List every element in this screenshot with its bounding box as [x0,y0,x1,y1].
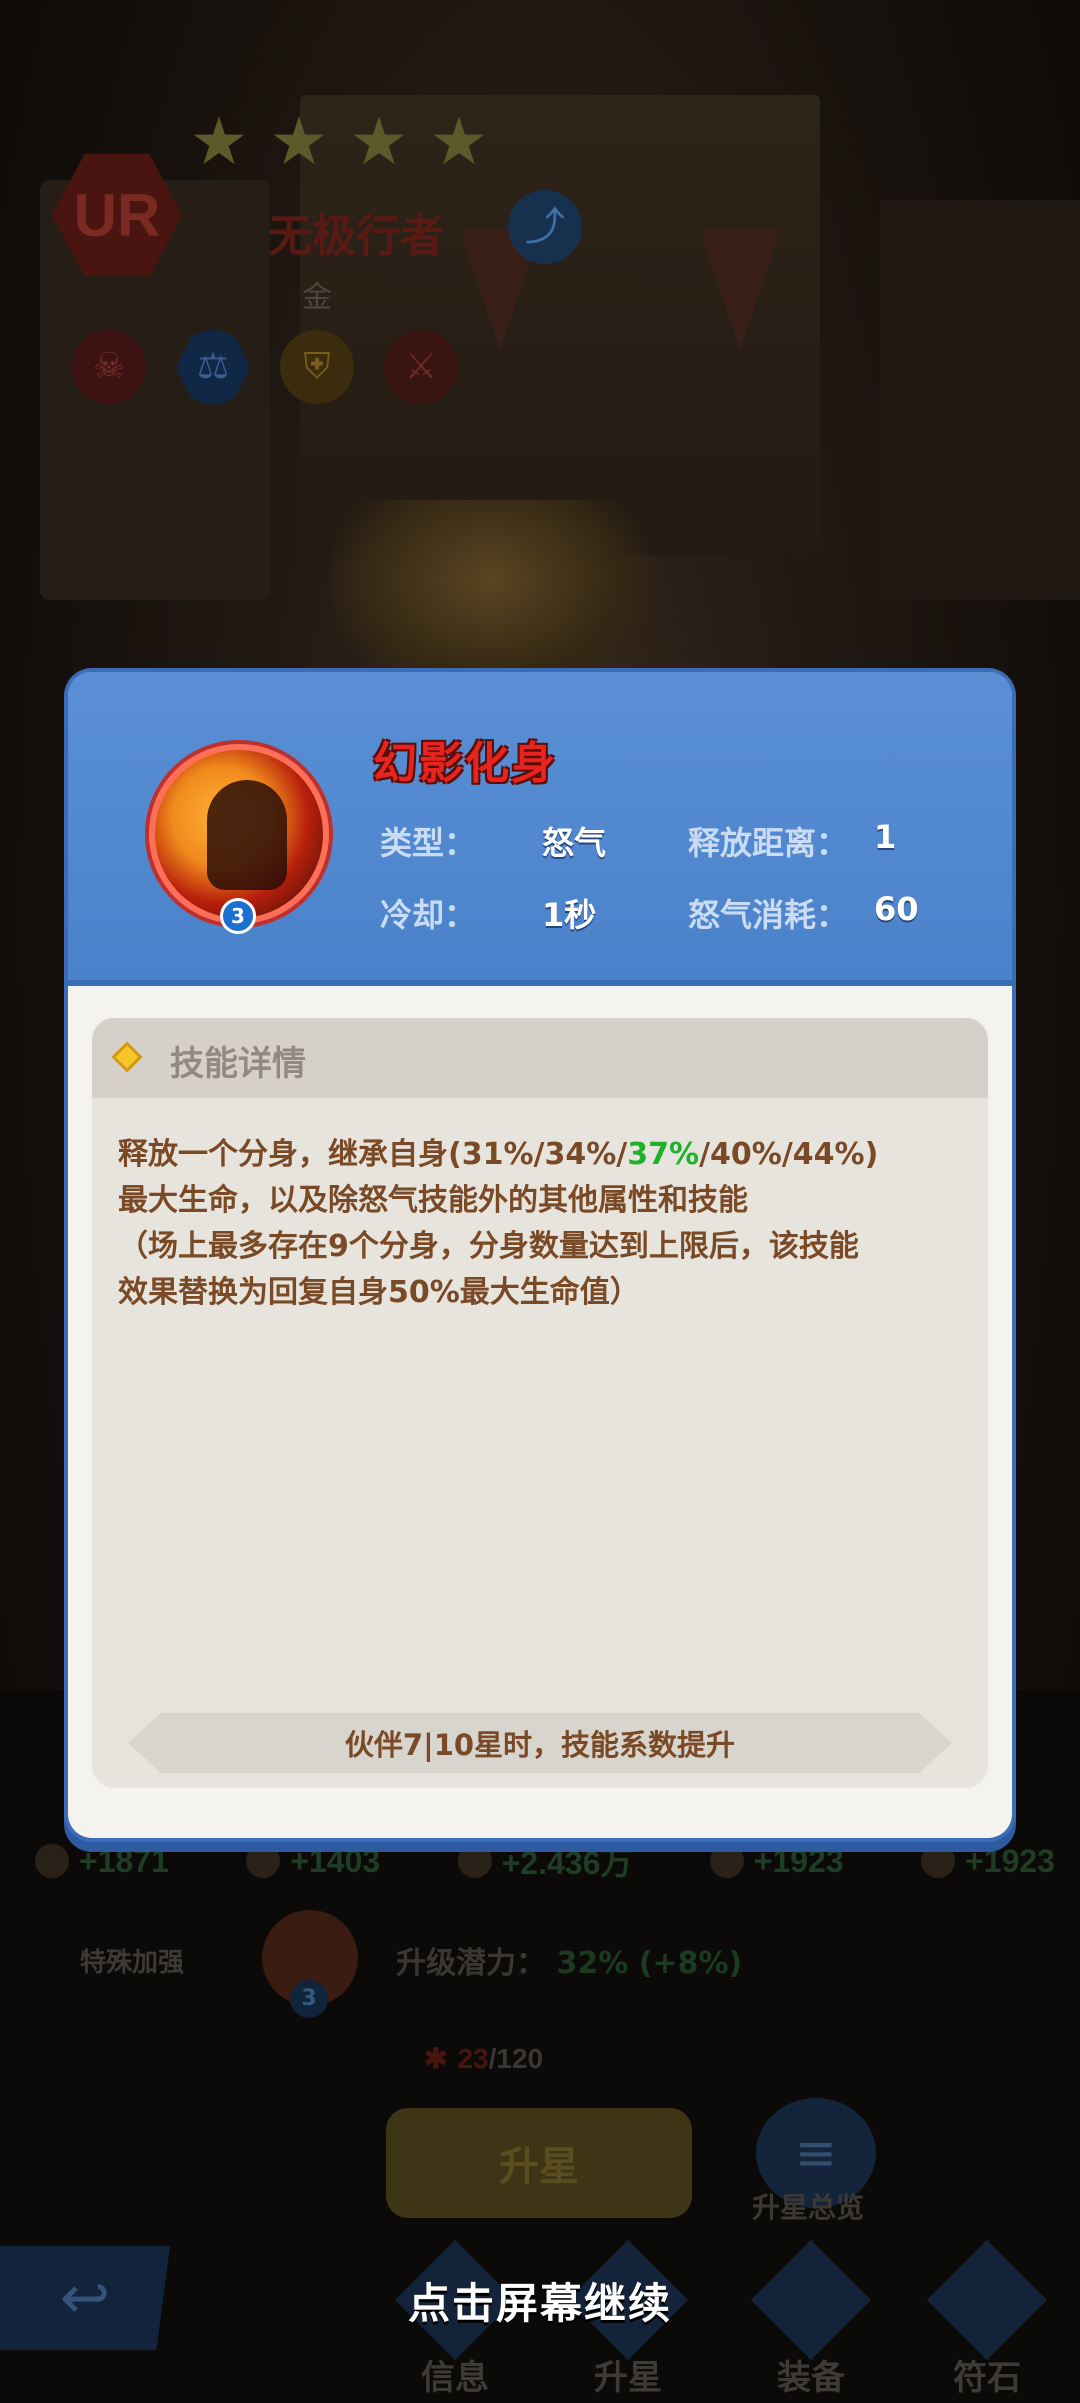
skill-detail-section: 技能详情 释放一个分身，继承自身(31%/34%/37%/40%/44%) 最大… [92,1018,988,1788]
desc-line-1: 释放一个分身，继承自身(31%/34%/37%/40%/44%) [118,1137,879,1172]
popup-header: 3 幻影化身 类型： 怒气 释放距离： 1 冷却： 1秒 怒气消耗： 60 [68,672,1012,986]
diamond-bullet-icon [111,1041,143,1073]
desc-line-2: 最大生命，以及除怒气技能外的其他属性和技能 [118,1183,748,1218]
detail-header: 技能详情 [92,1018,988,1098]
rage-cost-value: 60 [874,890,919,928]
range-label: 释放距离： [688,824,849,862]
skill-level-badge: 3 [220,898,256,934]
range-value: 1 [874,818,897,856]
phantom-figure-icon [207,780,287,890]
rage-cost-label: 怒气消耗： [688,896,849,934]
desc-line-3: （场上最多存在9个分身，分身数量达到上限后，该技能 [118,1229,859,1264]
tap-to-continue-hint[interactable]: 点击屏幕继续 [0,2270,1080,2331]
skill-name: 幻影化身 [373,738,557,789]
star-upgrade-tip: 伙伴7|10星时，技能系数提升 [128,1713,952,1773]
skill-phantom-icon [149,744,329,924]
cooldown-label: 冷却： [380,896,477,934]
type-value: 怒气 [542,824,607,862]
current-level-value: 37% [627,1137,700,1172]
desc-line-4: 效果替换为回复自身50%最大生命值） [118,1275,640,1310]
cooldown-value: 1秒 [542,896,597,934]
detail-title: 技能详情 [170,1044,306,1084]
type-label: 类型： [380,824,477,862]
skill-detail-popup: 3 幻影化身 类型： 怒气 释放距离： 1 冷却： 1秒 怒气消耗： 60 技能… [68,672,1012,1838]
skill-description: 释放一个分身，继承自身(31%/34%/37%/40%/44%) 最大生命，以及… [118,1132,968,1316]
